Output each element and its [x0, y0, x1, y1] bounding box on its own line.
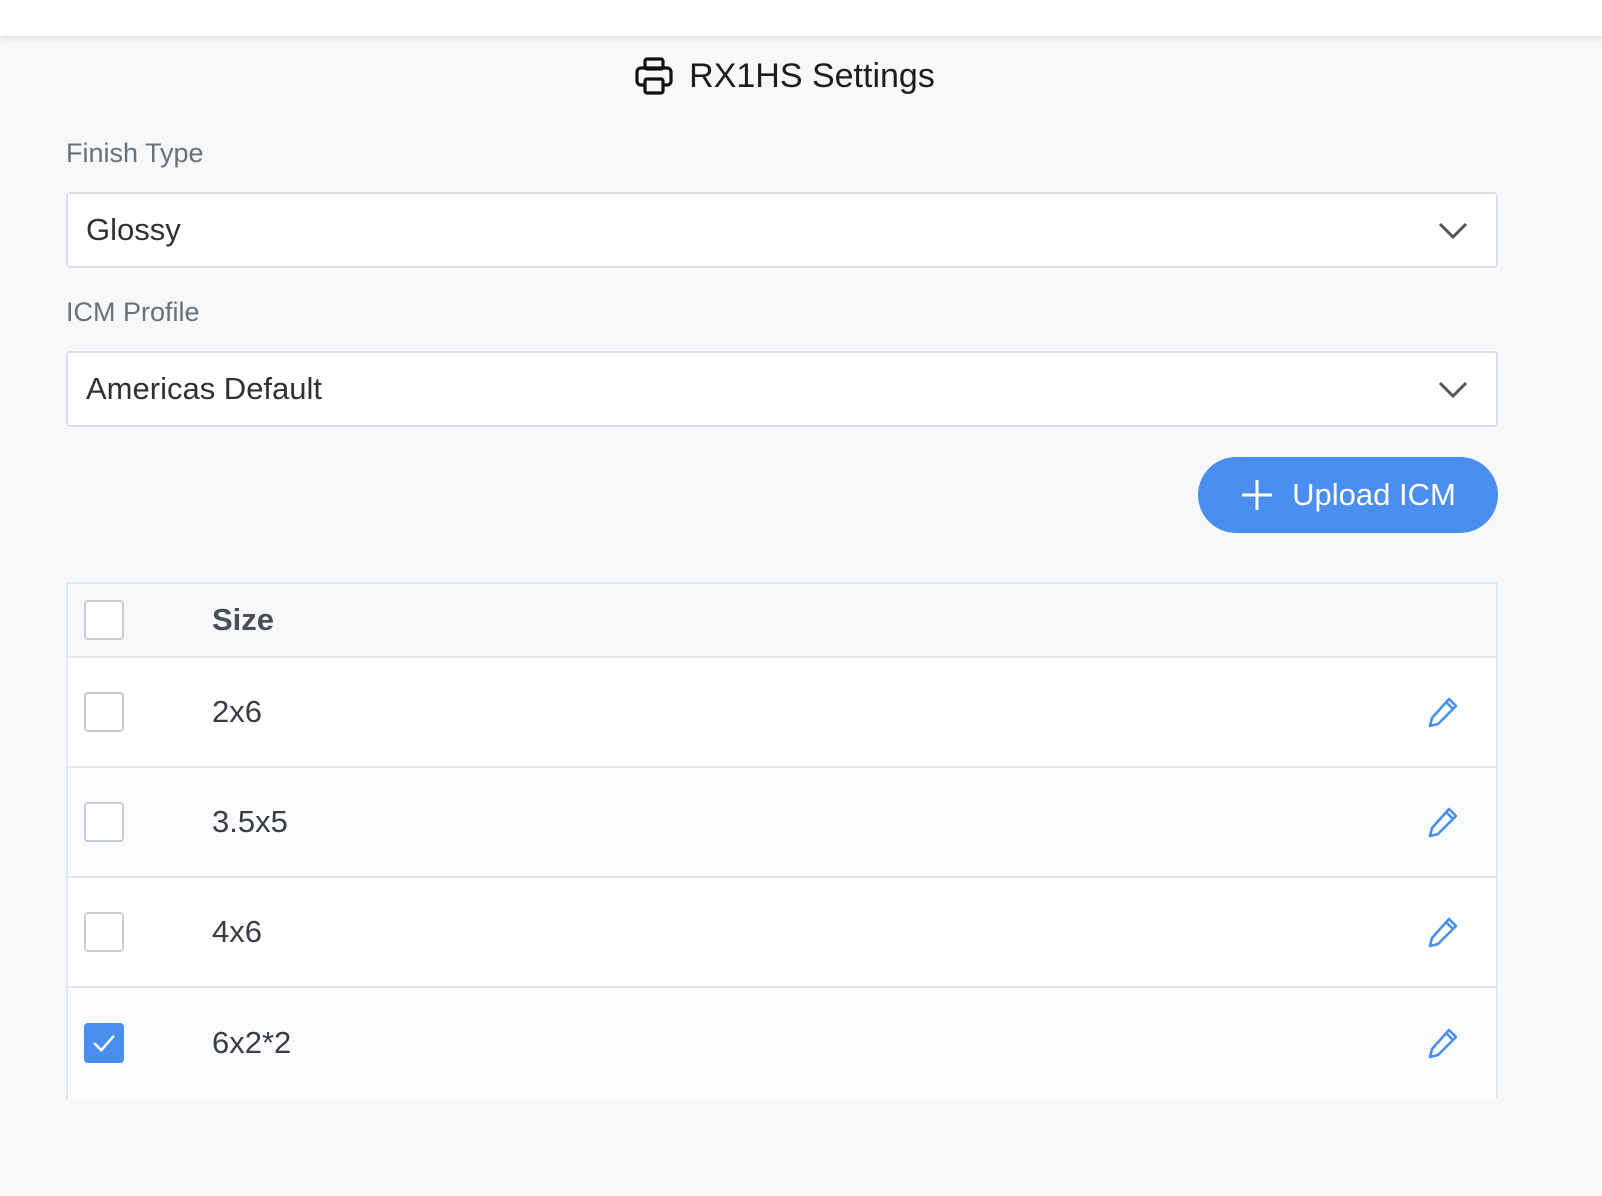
icm-profile-label: ICM Profile	[66, 297, 200, 327]
pencil-icon[interactable]	[1426, 695, 1460, 729]
page-header: RX1HS Settings	[0, 50, 1568, 102]
chevron-down-icon	[1436, 372, 1470, 406]
size-cell: 6x2*2	[212, 1025, 292, 1060]
upload-icm-button[interactable]: Upload ICM	[1198, 457, 1498, 533]
icm-profile-select[interactable]: Americas Default	[66, 351, 1498, 427]
top-bar	[0, 0, 1602, 36]
size-cell: 2x6	[212, 694, 262, 729]
checkmark-icon	[93, 1034, 115, 1053]
pencil-icon[interactable]	[1426, 1026, 1460, 1060]
row-checkbox[interactable]	[84, 1023, 124, 1063]
table-row: 2x6	[68, 658, 1496, 768]
select-all-checkbox[interactable]	[84, 600, 124, 640]
printer-icon	[633, 55, 675, 97]
table-header: Size	[68, 584, 1496, 658]
table-row: 6x2*2	[68, 988, 1496, 1098]
pencil-icon[interactable]	[1426, 805, 1460, 839]
row-checkbox[interactable]	[84, 912, 124, 952]
finish-type-label: Finish Type	[66, 138, 204, 168]
chevron-down-icon	[1436, 213, 1470, 247]
table-row: 3.5x5	[68, 768, 1496, 878]
row-checkbox[interactable]	[84, 692, 124, 732]
pencil-icon[interactable]	[1426, 915, 1460, 949]
plus-icon	[1240, 478, 1274, 512]
sizes-table: Size 2x6 3.5x5 4x6 6x2*2	[66, 582, 1498, 1098]
upload-icm-label: Upload ICM	[1292, 477, 1456, 512]
size-cell: 3.5x5	[212, 804, 288, 839]
size-column-header: Size	[212, 602, 275, 637]
row-checkbox[interactable]	[84, 802, 124, 842]
size-cell: 4x6	[212, 914, 262, 949]
finish-type-value: Glossy	[86, 212, 181, 247]
icm-profile-value: Americas Default	[86, 371, 323, 406]
finish-type-select[interactable]: Glossy	[66, 192, 1498, 268]
table-row: 4x6	[68, 878, 1496, 988]
page-title: RX1HS Settings	[689, 56, 935, 95]
